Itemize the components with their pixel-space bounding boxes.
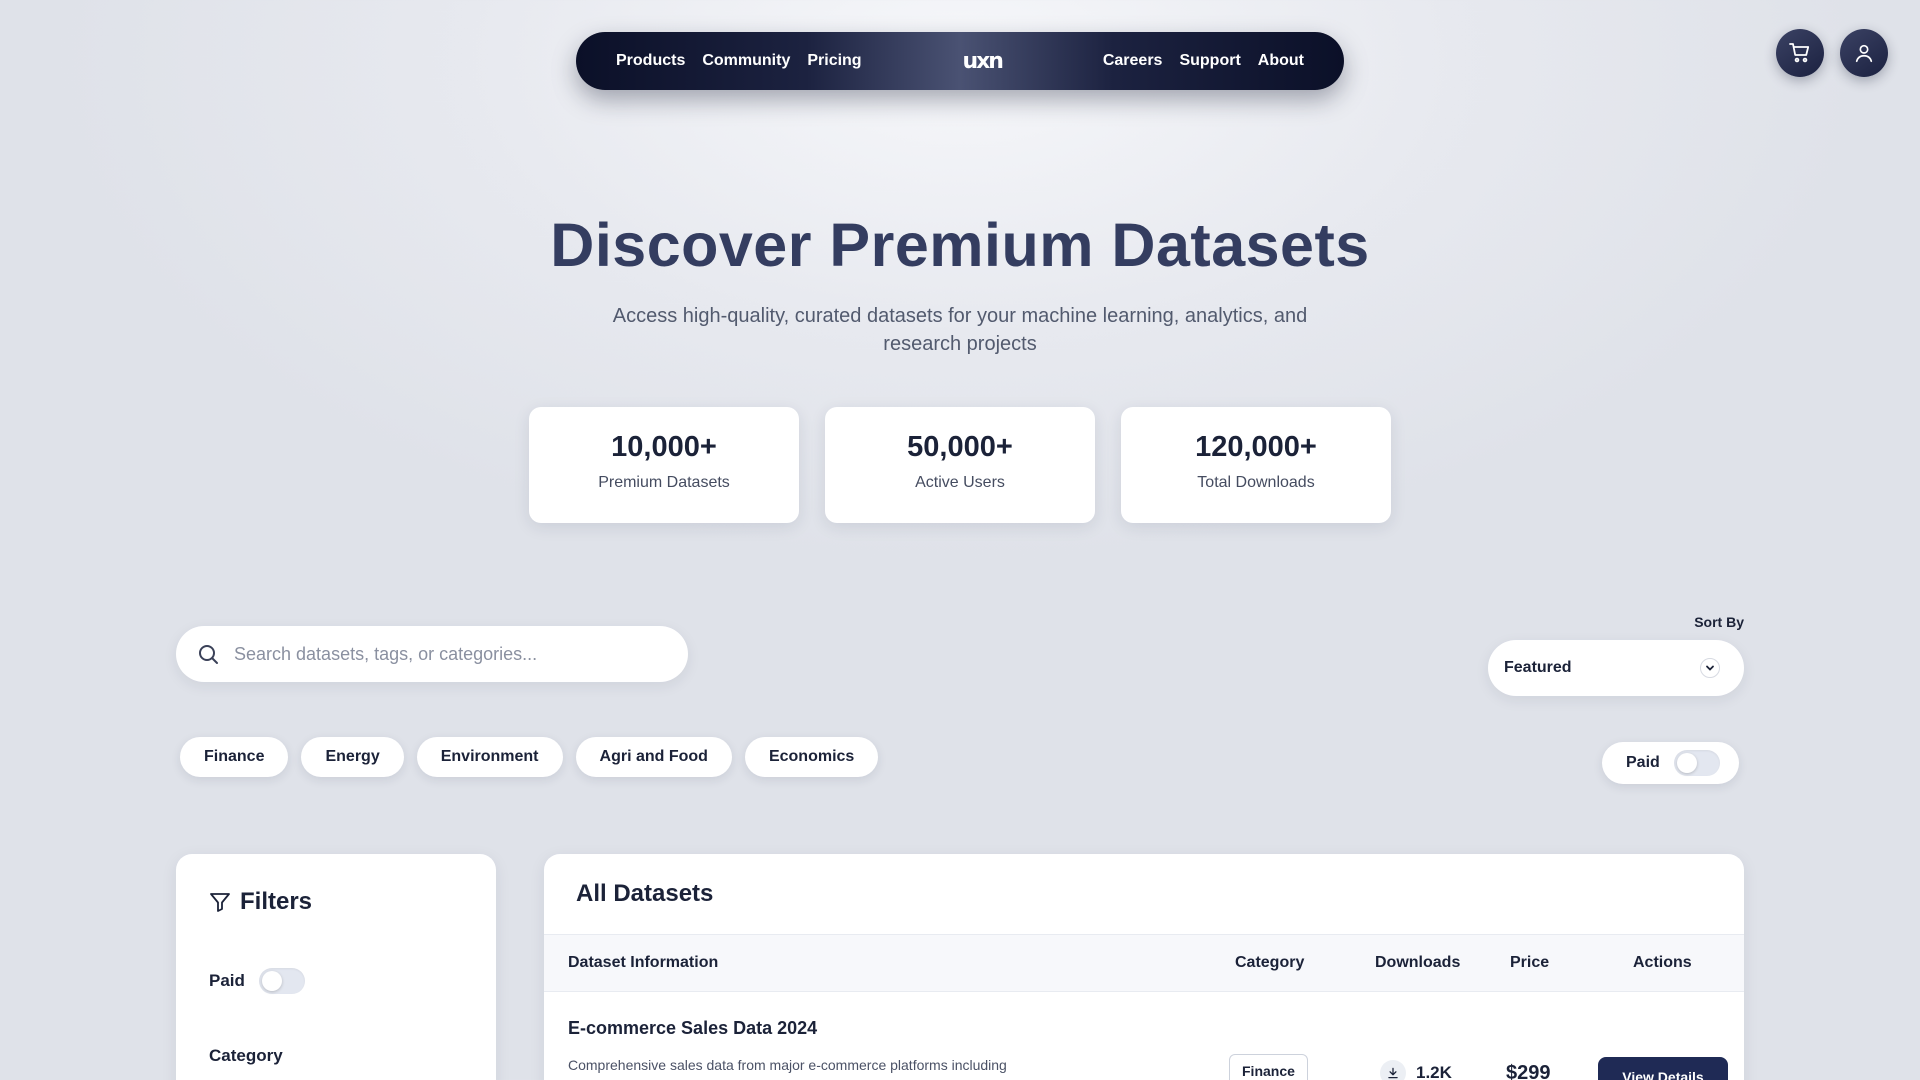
filters-title: Filters — [240, 888, 313, 915]
chip-finance[interactable]: Finance — [180, 737, 289, 777]
logo[interactable]: uxn — [962, 49, 1003, 74]
dataset-title[interactable]: E-commerce Sales Data 2024 — [568, 1018, 817, 1039]
filters-paid-label: Paid — [209, 971, 245, 990]
filters-panel: Filters Paid Category — [176, 854, 496, 1080]
datasets-panel: All Datasets Dataset Information Categor… — [544, 854, 1744, 1080]
filter-icon — [210, 893, 230, 912]
nav-about-link[interactable]: About — [1258, 52, 1304, 70]
toggle-knob — [261, 971, 282, 991]
search-icon — [199, 645, 218, 664]
stat-card-downloads: 120,000+ Total Downloads — [1121, 407, 1391, 523]
sort-selected-value: Featured — [1504, 659, 1572, 676]
downloads-cell: 1.2K — [1380, 1060, 1452, 1080]
stat-value: 50,000+ — [907, 431, 1013, 463]
stat-card-users: 50,000+ Active Users — [825, 407, 1095, 523]
category-chips: Finance Energy Environment Agri and Food… — [180, 737, 879, 777]
chevron-down-icon — [1700, 658, 1720, 678]
column-header-info: Dataset Information — [568, 954, 719, 971]
user-icon — [1855, 44, 1873, 63]
nav-left-group: Products Community Pricing — [616, 52, 862, 70]
column-header-downloads: Downloads — [1375, 954, 1461, 971]
paid-toggle[interactable] — [1673, 750, 1720, 776]
chip-environment[interactable]: Environment — [416, 737, 563, 777]
stat-label: Premium Datasets — [598, 474, 730, 491]
category-badge: Finance — [1229, 1054, 1308, 1080]
nav-community-link[interactable]: Community — [702, 52, 790, 70]
paid-toggle-pill: Paid — [1602, 742, 1739, 784]
nav-careers-link[interactable]: Careers — [1103, 52, 1163, 70]
stat-value: 10,000+ — [611, 431, 717, 463]
paid-toggle-label: Paid — [1626, 754, 1660, 771]
chip-agri-food[interactable]: Agri and Food — [575, 737, 732, 777]
hero-subtitle: Access high-quality, curated datasets fo… — [612, 305, 1308, 355]
filters-paid-row: Paid — [209, 968, 305, 994]
datasets-title: All Datasets — [576, 880, 714, 907]
table-header: Dataset Information Category Downloads P… — [544, 934, 1744, 992]
stat-label: Active Users — [915, 474, 1005, 491]
column-header-category: Category — [1235, 954, 1305, 971]
view-details-button[interactable]: View Details — [1598, 1057, 1728, 1080]
search-input[interactable] — [234, 643, 688, 665]
cart-icon — [1789, 43, 1810, 63]
filters-category-label: Category — [209, 1046, 283, 1065]
sort-label: Sort By — [1694, 614, 1744, 630]
nav-right-group: Careers Support About — [1103, 52, 1304, 70]
filters-header: Filters — [208, 888, 312, 916]
toggle-knob — [1676, 753, 1697, 773]
filters-paid-toggle[interactable] — [258, 968, 305, 994]
chip-energy[interactable]: Energy — [301, 737, 404, 777]
stat-label: Total Downloads — [1197, 474, 1315, 491]
hero-title: Discover Premium Datasets — [550, 211, 1370, 279]
column-header-actions: Actions — [1633, 954, 1692, 971]
stat-value: 120,000+ — [1195, 431, 1317, 463]
price-value: $299 — [1506, 1062, 1551, 1080]
nav-support-link[interactable]: Support — [1179, 52, 1240, 70]
sort-dropdown[interactable]: Featured — [1488, 640, 1744, 696]
downloads-value: 1.2K — [1416, 1063, 1452, 1080]
profile-button[interactable] — [1840, 29, 1888, 77]
dataset-description: Comprehensive sales data from major e-co… — [568, 1057, 1007, 1073]
cart-button[interactable] — [1776, 29, 1824, 77]
stat-card-datasets: 10,000+ Premium Datasets — [529, 407, 799, 523]
top-nav: Products Community Pricing uxn Careers S… — [576, 32, 1344, 90]
column-header-price: Price — [1510, 954, 1550, 971]
search-bar — [176, 626, 688, 682]
nav-pricing-link[interactable]: Pricing — [807, 52, 861, 70]
download-icon — [1380, 1060, 1406, 1080]
chip-economics[interactable]: Economics — [744, 737, 879, 777]
nav-products-link[interactable]: Products — [616, 52, 685, 70]
